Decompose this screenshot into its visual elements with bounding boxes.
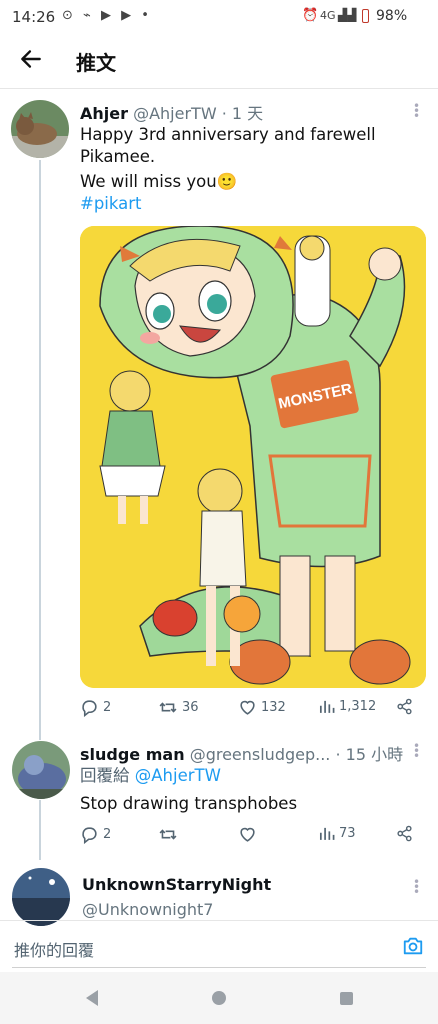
cat-avatar-icon <box>11 100 69 158</box>
top-app-bar: 推文 <box>0 34 438 89</box>
nav-back-icon[interactable] <box>84 989 100 1007</box>
thread-line <box>39 800 41 860</box>
share-icon <box>397 825 412 842</box>
views-button[interactable]: 1,312 <box>318 698 376 715</box>
author-handle[interactable]: @Unknownight7 <box>82 900 213 919</box>
thread-line <box>39 160 41 740</box>
author-handle[interactable]: @AhjerTW <box>133 104 217 123</box>
illustration: MONSTER <box>80 226 426 688</box>
share-button[interactable] <box>396 825 413 842</box>
status-time: 14:26 <box>12 8 56 26</box>
author-name[interactable]: Ahjer <box>80 104 128 123</box>
heart-icon <box>240 700 255 715</box>
tweet-image[interactable]: MONSTER <box>80 226 426 688</box>
notification-icons: ⊙ ⌁ ▶ ▶ • <box>62 8 152 23</box>
retweet-icon <box>159 829 177 840</box>
reply-header: UnknownStarryNight <box>82 875 271 894</box>
retweet-count: 36 <box>182 700 199 715</box>
retweet-icon <box>159 702 177 713</box>
views-icon <box>319 827 335 840</box>
reply-button[interactable]: 2 <box>80 698 111 717</box>
night-sky-avatar-icon <box>12 868 70 926</box>
view-count: 73 <box>339 826 356 841</box>
reply-compose-bar: 推你的回覆 <box>0 920 438 973</box>
avatar[interactable] <box>12 741 70 799</box>
character-avatar-icon <box>12 741 70 799</box>
like-count: 132 <box>261 700 286 715</box>
battery-icon <box>362 9 369 23</box>
retweet-button[interactable] <box>158 825 178 844</box>
tweet-time: · 1 天 <box>221 104 264 123</box>
replying-to: 回覆給 @AhjerTW <box>80 765 221 787</box>
camera-icon[interactable] <box>402 935 424 957</box>
author-name[interactable]: sludge man <box>80 745 185 764</box>
system-navigation-bar <box>0 972 438 1024</box>
share-button[interactable] <box>396 698 413 715</box>
reply-text: Stop drawing transphobes <box>80 794 298 813</box>
view-count: 1,312 <box>339 699 377 714</box>
reply-icon <box>82 700 97 717</box>
battery-level: 98% <box>376 8 408 24</box>
back-arrow-icon[interactable] <box>18 46 44 72</box>
tweet-actions: 2 36 132 1,312 <box>80 698 426 722</box>
more-options-icon[interactable]: • • • <box>413 740 420 762</box>
network-type: 4G <box>320 9 336 22</box>
hashtag-link[interactable]: #pikart <box>80 193 376 215</box>
input-underline <box>12 967 426 968</box>
retweet-button[interactable]: 36 <box>158 698 199 717</box>
tweet-text-line: Happy 3rd anniversary and farewell <box>80 125 376 144</box>
status-bar: 14:26 ⊙ ⌁ ▶ ▶ • ⏰ 4G ▟▟ 98% <box>0 0 438 34</box>
like-button[interactable]: 132 <box>238 698 286 717</box>
author-handle-row: @Unknownight7 <box>82 900 213 919</box>
reply-icon <box>82 827 97 844</box>
signal-icon: ▟▟ <box>338 8 357 22</box>
author-name[interactable]: UnknownStarryNight <box>82 875 271 894</box>
tweet-header: Ahjer @AhjerTW · 1 天 <box>80 100 263 124</box>
page-title: 推文 <box>76 51 116 75</box>
tweet-text-line: Pikamee. <box>80 147 156 166</box>
tweet-time: · 15 小時 <box>335 745 404 764</box>
tweet-text: Happy 3rd anniversary and farewell Pikam… <box>80 124 376 215</box>
replying-prefix: 回覆給 <box>80 766 130 785</box>
avatar[interactable] <box>11 100 69 158</box>
reply-button[interactable]: 2 <box>80 825 111 844</box>
reply-input[interactable]: 推你的回覆 <box>14 937 94 961</box>
avatar[interactable] <box>12 868 70 926</box>
more-options-icon[interactable]: • • • <box>413 876 420 898</box>
reply-header: sludge man @greensludgep... · 15 小時 <box>80 741 403 765</box>
tweet-text-line: We will miss you🙂 <box>80 172 238 191</box>
views-button[interactable]: 73 <box>318 825 356 842</box>
reply-count: 2 <box>103 827 112 842</box>
views-icon <box>319 700 335 713</box>
author-handle[interactable]: @greensludgep... <box>190 745 331 764</box>
share-icon <box>397 698 412 715</box>
more-options-icon[interactable]: • • • <box>413 100 420 122</box>
like-button[interactable] <box>238 825 257 844</box>
reply-actions: 2 73 <box>80 825 426 849</box>
reply-count: 2 <box>103 700 112 715</box>
alarm-icon: ⏰ <box>302 8 319 23</box>
nav-recents-icon[interactable] <box>340 992 353 1005</box>
replying-to-link[interactable]: @AhjerTW <box>135 766 221 785</box>
nav-home-icon[interactable] <box>212 991 226 1005</box>
heart-icon <box>240 827 255 842</box>
